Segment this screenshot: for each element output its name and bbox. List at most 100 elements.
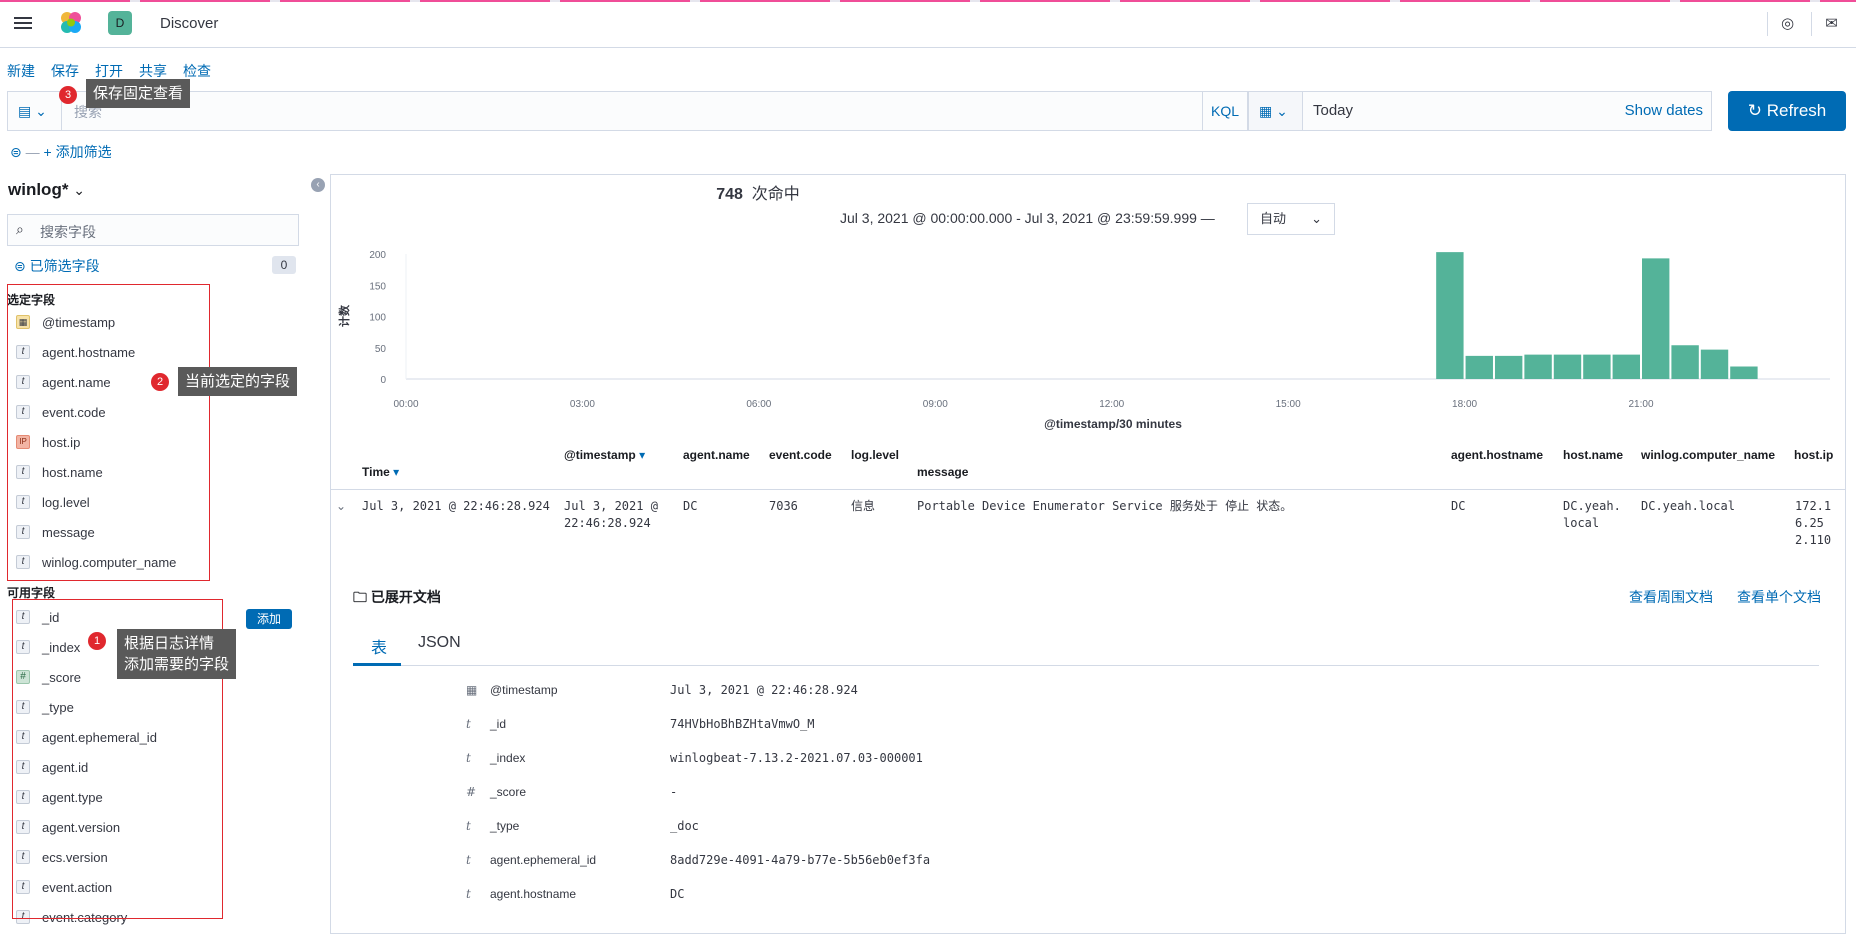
filter-icon: ⊜ bbox=[14, 258, 30, 274]
interval-value: 自动 bbox=[1260, 211, 1287, 226]
menu-icon[interactable] bbox=[12, 14, 34, 34]
doc-field-key: _id bbox=[490, 717, 507, 731]
calendar-icon[interactable]: ▦ ⌄ bbox=[1249, 92, 1303, 130]
cell-host-ip: 172.1 6.25 2.110 bbox=[1795, 499, 1832, 547]
sort-icon[interactable]: ▾ bbox=[639, 448, 645, 462]
field-search[interactable]: ⌕ 搜索字段 bbox=[7, 214, 299, 246]
column-header-agent-hostname[interactable]: agent.hostname bbox=[1451, 448, 1543, 462]
column-header-host-name[interactable]: host.name bbox=[1563, 448, 1623, 462]
y-axis-title: 计数 bbox=[337, 304, 351, 327]
column-header-timestamp[interactable]: @timestamp ▾ bbox=[564, 448, 645, 462]
row-expand-icon[interactable]: ⌄ bbox=[336, 498, 346, 515]
column-header-log-level[interactable]: log.level bbox=[851, 448, 899, 462]
filter-icon[interactable]: ⊜ bbox=[10, 144, 22, 160]
doc-field-key: _index bbox=[490, 751, 526, 765]
elastic-logo-icon[interactable] bbox=[58, 10, 84, 36]
sort-icon[interactable]: ▾ bbox=[393, 465, 399, 479]
column-header-host-ip[interactable]: host.ip bbox=[1794, 448, 1833, 462]
date-value[interactable]: Today bbox=[1313, 102, 1353, 119]
top-header: D Discover ◎ ✉ bbox=[0, 0, 1856, 48]
menu-share[interactable]: 共享 bbox=[139, 61, 167, 81]
space-avatar[interactable]: D bbox=[108, 11, 132, 35]
y-tick-label: 150 bbox=[369, 281, 386, 292]
x-tick-label: 12:00 bbox=[1099, 399, 1124, 410]
filter-row: ⊜ — + 添加筛选 bbox=[10, 142, 112, 162]
menu-save[interactable]: 保存 bbox=[51, 61, 79, 81]
doc-field-row: t agent.hostname DC bbox=[466, 884, 684, 904]
help-icon[interactable]: ◎ bbox=[1767, 12, 1807, 36]
doc-field-row: t agent.ephemeral_id 8add729e-4091-4a79-b7… bbox=[466, 850, 930, 870]
x-tick-label: 03:00 bbox=[570, 399, 595, 410]
column-label: @timestamp bbox=[564, 448, 636, 462]
x-tick-label: 21:00 bbox=[1628, 399, 1653, 410]
search-icon: ⌕ bbox=[16, 221, 24, 237]
refresh-button[interactable]: ↻ Refresh bbox=[1728, 91, 1846, 131]
cell-log-level: 信息 bbox=[851, 499, 876, 513]
filtered-count-badge: 0 bbox=[272, 256, 296, 274]
string-type-icon: t bbox=[466, 853, 471, 867]
x-tick-label: 00:00 bbox=[393, 399, 418, 410]
menu-open[interactable]: 打开 bbox=[95, 61, 123, 81]
y-tick-label: 200 bbox=[369, 250, 386, 261]
cell-time: Jul 3, 2021 @ 22:46:28.924 bbox=[362, 499, 550, 513]
menu-new[interactable]: 新建 bbox=[7, 61, 35, 81]
filtered-fields-toggle[interactable]: ⊜ 已筛选字段 bbox=[14, 256, 100, 276]
expanded-doc-label: 已展开文档 bbox=[370, 589, 441, 605]
callout-tip: 当前选定的字段 bbox=[178, 367, 298, 396]
annotation-box bbox=[7, 284, 210, 581]
active-tab-indicator bbox=[353, 663, 401, 666]
doc-field-value: _doc bbox=[670, 819, 699, 833]
cell-timestamp: Jul 3, 2021 @ 22:46:28.924 bbox=[564, 499, 658, 530]
add-field-button[interactable]: 添加 bbox=[246, 609, 292, 629]
view-single-link[interactable]: 查看单个文档 bbox=[1737, 587, 1821, 607]
saved-query-button[interactable]: ▤ ⌄ bbox=[8, 92, 62, 130]
date-type-icon: ▦ bbox=[466, 683, 478, 697]
add-filter-link[interactable]: + 添加筛选 bbox=[44, 144, 112, 160]
cell-agent-name: DC bbox=[683, 499, 698, 513]
chevron-down-icon: ⌄ bbox=[1311, 211, 1322, 226]
doc-field-value: - bbox=[670, 785, 678, 799]
column-header-message[interactable]: message bbox=[917, 465, 968, 479]
histogram-bar bbox=[1494, 355, 1523, 379]
histogram-bar bbox=[1700, 349, 1729, 379]
cell-message: Portable Device Enumerator Service 服务处于 … bbox=[917, 499, 1293, 513]
x-tick-label: 09:00 bbox=[923, 399, 948, 410]
cell-event-code: 7036 bbox=[769, 499, 798, 513]
column-header-agent-name[interactable]: agent.name bbox=[683, 448, 750, 462]
refresh-icon: ↻ bbox=[1747, 101, 1767, 120]
histogram-bar bbox=[1612, 354, 1640, 379]
mail-icon[interactable]: ✉ bbox=[1811, 12, 1851, 36]
expanded-doc-title: 🗀 已展开文档 bbox=[353, 587, 441, 611]
hits-label: 次命中 bbox=[751, 186, 800, 203]
tab-table[interactable]: 表 bbox=[371, 634, 387, 658]
doc-field-row: ▦ @timestamp Jul 3, 2021 @ 22:46:28.924 bbox=[466, 680, 858, 700]
column-header-time[interactable]: Time ▾ bbox=[362, 465, 399, 479]
string-type-icon: t bbox=[466, 819, 471, 833]
hits-number: 748 bbox=[716, 186, 743, 203]
x-tick-label: 15:00 bbox=[1276, 399, 1301, 410]
x-tick-label: 06:00 bbox=[746, 399, 771, 410]
doc-field-value: 74HVbHoBhBZHtaVmwO_M bbox=[670, 717, 815, 731]
callout-tip: 根据日志详情 添加需要的字段 bbox=[117, 629, 237, 679]
app-title: Discover bbox=[160, 15, 219, 32]
string-type-icon: t bbox=[466, 751, 471, 765]
menu-inspect[interactable]: 检查 bbox=[183, 61, 211, 81]
query-bar: ▤ ⌄ 搜索 KQL bbox=[7, 91, 1248, 131]
tab-json[interactable]: JSON bbox=[418, 634, 461, 652]
column-header-computer-name[interactable]: winlog.computer_name bbox=[1641, 448, 1775, 462]
interval-select[interactable]: 自动 ⌄ bbox=[1247, 203, 1335, 235]
column-label: Time bbox=[362, 465, 390, 479]
view-surrounding-link[interactable]: 查看周围文档 bbox=[1629, 587, 1713, 607]
doc-field-key: agent.hostname bbox=[490, 887, 577, 901]
doc-field-key: _score bbox=[490, 785, 527, 799]
field-search-input[interactable]: 搜索字段 bbox=[40, 222, 96, 242]
callout-tip: 保存固定查看 bbox=[86, 79, 191, 108]
kql-toggle[interactable]: KQL bbox=[1202, 92, 1247, 130]
filter-divider: — bbox=[25, 144, 44, 160]
string-type-icon: t bbox=[466, 887, 471, 901]
doc-field-value: Jul 3, 2021 @ 22:46:28.924 bbox=[670, 683, 858, 697]
filtered-fields-label: 已筛选字段 bbox=[29, 258, 100, 274]
hits-count: 748 次命中 bbox=[0, 180, 1516, 204]
show-dates-link[interactable]: Show dates bbox=[1625, 102, 1703, 119]
column-header-event-code[interactable]: event.code bbox=[769, 448, 832, 462]
